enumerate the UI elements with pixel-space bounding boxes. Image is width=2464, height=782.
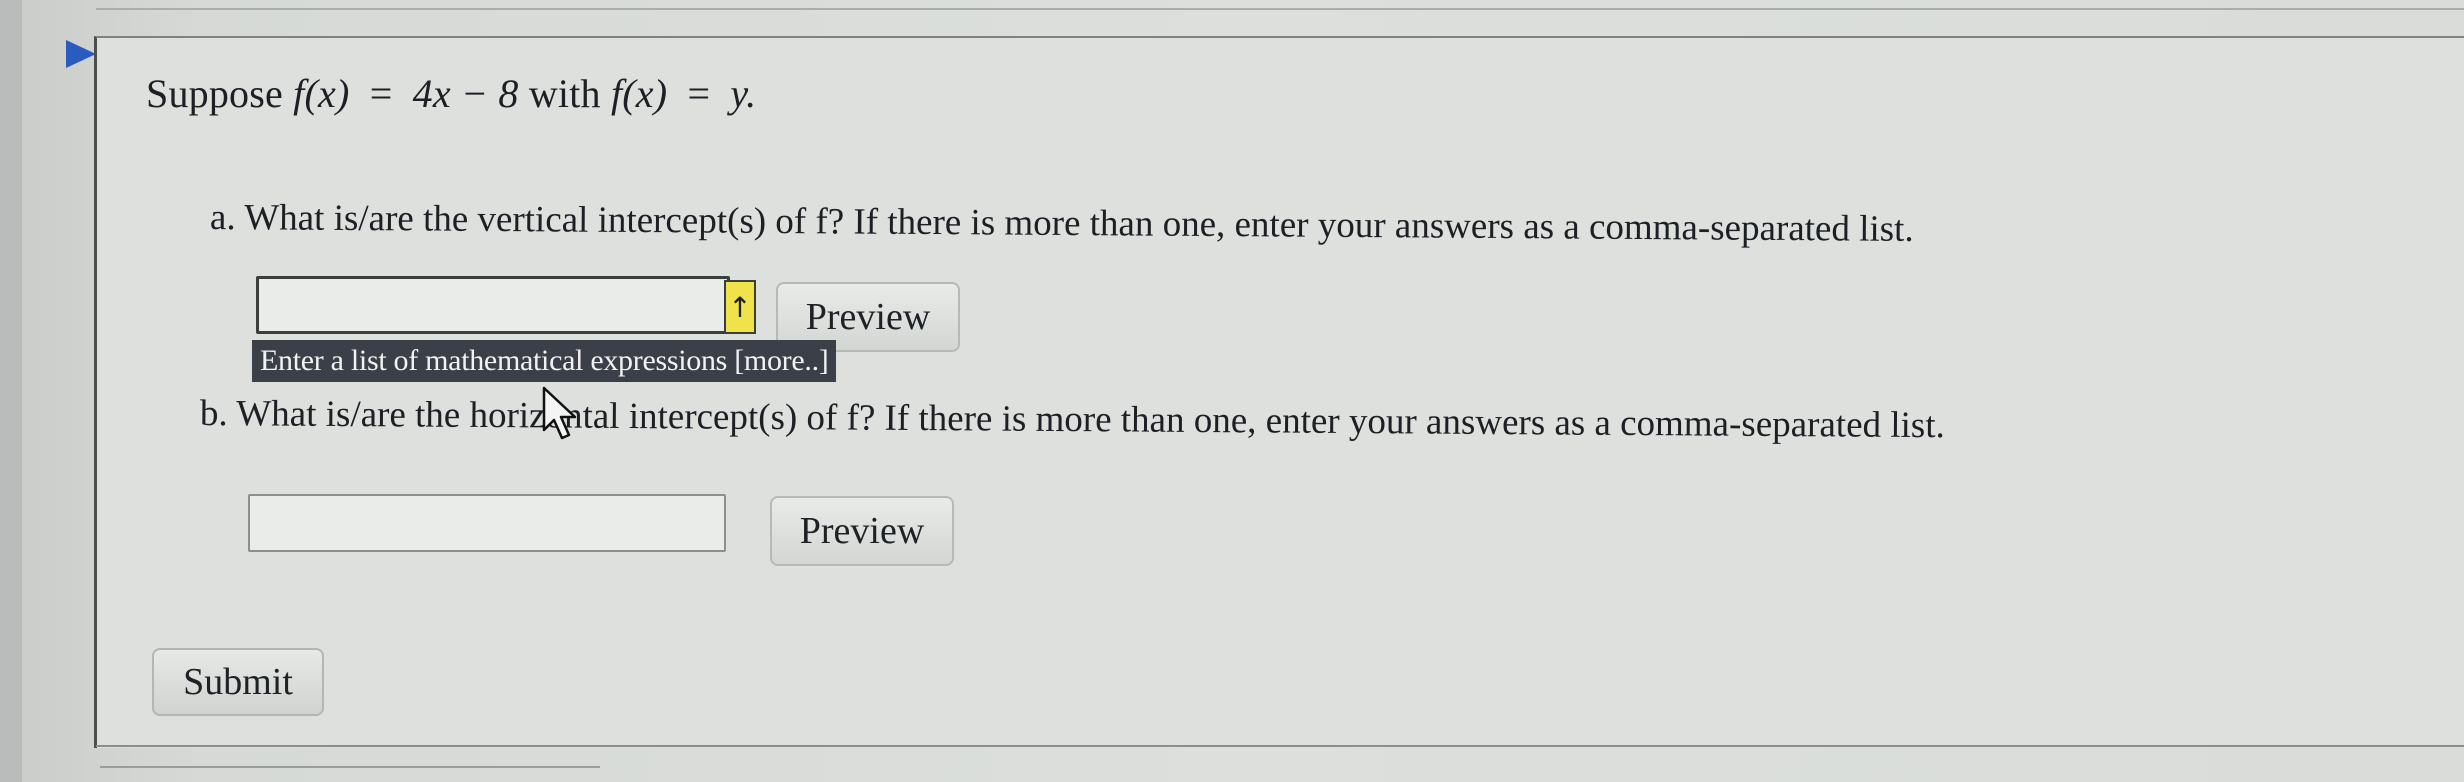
part-a-answer-input[interactable] (256, 276, 730, 334)
up-arrow-icon[interactable]: ↑ (724, 280, 756, 334)
part-b-preview-button[interactable]: Preview (770, 496, 954, 566)
part-a-preview-label: Preview (805, 296, 931, 338)
part-b-preview-label: Preview (799, 510, 925, 552)
screen: Suppose f(x) = 4x − 8 with f(x) = y. a. … (0, 0, 2464, 782)
mouse-pointer-icon (542, 386, 577, 440)
stem-f-of-x-2: f(x) (610, 71, 668, 116)
next-section-edge (100, 766, 600, 782)
part-b-answer-input[interactable] (248, 494, 726, 552)
hint-text: Enter a list of mathematical expressions (260, 344, 728, 377)
submit-button[interactable]: Submit (152, 648, 324, 716)
hint-more-link[interactable]: [more..] (734, 344, 829, 377)
stem-y: y. (730, 71, 757, 116)
stem-equals-2: = (687, 71, 711, 116)
stem-with: with (528, 71, 601, 116)
part-a-marker: a. (209, 197, 236, 239)
problem-stem: Suppose f(x) = 4x − 8 with f(x) = y. (146, 70, 756, 117)
part-a-hint-tooltip: Enter a list of mathematical expressions… (252, 340, 837, 382)
stem-equals: = (369, 71, 393, 116)
stem-f-of-x: f(x) (293, 71, 350, 116)
card-bottom-divider (96, 745, 2464, 747)
submit-label: Submit (183, 661, 293, 703)
part-b-marker: b. (199, 393, 228, 435)
collapse-triangle-icon[interactable] (66, 40, 96, 68)
stem-rhs: 4x − 8 (412, 71, 519, 116)
left-gutter (0, 0, 22, 782)
top-divider (96, 0, 2464, 10)
stem-lead: Suppose (146, 71, 283, 116)
problem-card (94, 36, 2464, 748)
